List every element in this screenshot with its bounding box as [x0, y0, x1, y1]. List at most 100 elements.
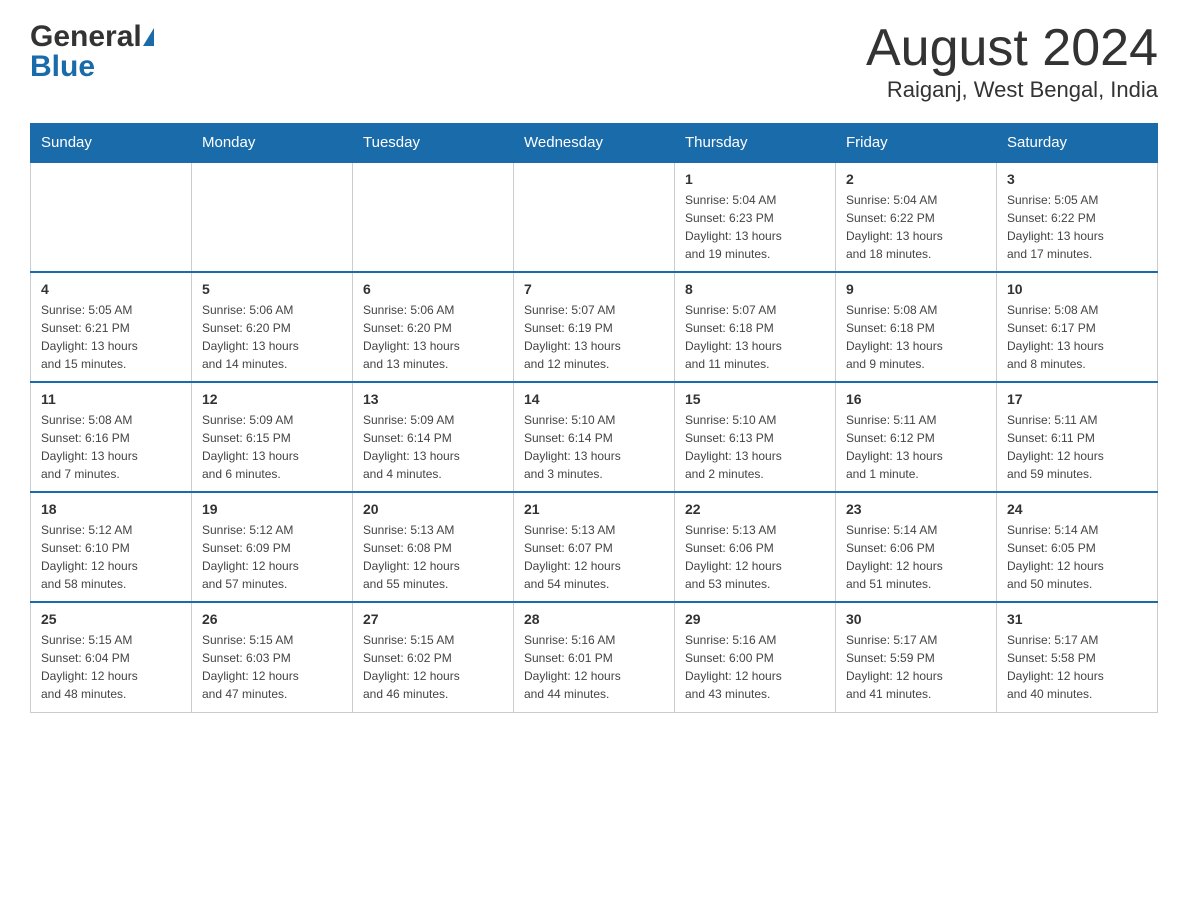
day-number: 7	[524, 281, 664, 297]
calendar-cell: 13 Sunrise: 5:09 AM Sunset: 6:14 PM Dayli…	[353, 382, 514, 492]
day-info: Sunrise: 5:05 AM Sunset: 6:21 PM Dayligh…	[41, 301, 181, 373]
day-number: 29	[685, 611, 825, 627]
day-number: 25	[41, 611, 181, 627]
day-info: Sunrise: 5:15 AM Sunset: 6:02 PM Dayligh…	[363, 631, 503, 703]
day-number: 19	[202, 501, 342, 517]
calendar-cell: 11 Sunrise: 5:08 AM Sunset: 6:16 PM Dayli…	[31, 382, 192, 492]
calendar-cell: 10 Sunrise: 5:08 AM Sunset: 6:17 PM Dayli…	[997, 272, 1158, 382]
day-number: 31	[1007, 611, 1147, 627]
day-number: 21	[524, 501, 664, 517]
calendar-cell	[514, 162, 675, 272]
calendar-header-thursday: Thursday	[675, 124, 836, 163]
day-number: 2	[846, 171, 986, 187]
logo-blue-text: Blue	[30, 50, 154, 84]
day-number: 4	[41, 281, 181, 297]
day-number: 13	[363, 391, 503, 407]
day-number: 30	[846, 611, 986, 627]
calendar-cell: 5 Sunrise: 5:06 AM Sunset: 6:20 PM Daylig…	[192, 272, 353, 382]
day-number: 24	[1007, 501, 1147, 517]
day-info: Sunrise: 5:08 AM Sunset: 6:17 PM Dayligh…	[1007, 301, 1147, 373]
calendar-cell: 30 Sunrise: 5:17 AM Sunset: 5:59 PM Dayli…	[836, 602, 997, 712]
day-info: Sunrise: 5:17 AM Sunset: 5:58 PM Dayligh…	[1007, 631, 1147, 703]
day-info: Sunrise: 5:09 AM Sunset: 6:14 PM Dayligh…	[363, 411, 503, 483]
day-number: 23	[846, 501, 986, 517]
day-number: 1	[685, 171, 825, 187]
calendar-cell: 28 Sunrise: 5:16 AM Sunset: 6:01 PM Dayli…	[514, 602, 675, 712]
calendar-cell: 20 Sunrise: 5:13 AM Sunset: 6:08 PM Dayli…	[353, 492, 514, 602]
day-number: 10	[1007, 281, 1147, 297]
day-info: Sunrise: 5:15 AM Sunset: 6:04 PM Dayligh…	[41, 631, 181, 703]
calendar-header-wednesday: Wednesday	[514, 124, 675, 163]
calendar-cell: 6 Sunrise: 5:06 AM Sunset: 6:20 PM Daylig…	[353, 272, 514, 382]
calendar-cell	[192, 162, 353, 272]
day-number: 15	[685, 391, 825, 407]
day-number: 26	[202, 611, 342, 627]
calendar-cell: 1 Sunrise: 5:04 AM Sunset: 6:23 PM Daylig…	[675, 162, 836, 272]
calendar-cell: 31 Sunrise: 5:17 AM Sunset: 5:58 PM Dayli…	[997, 602, 1158, 712]
calendar-cell	[353, 162, 514, 272]
day-number: 5	[202, 281, 342, 297]
day-number: 28	[524, 611, 664, 627]
calendar-cell: 17Sunrise: 5:11 AM Sunset: 6:11 PM Dayli…	[997, 382, 1158, 492]
day-info: Sunrise: 5:11 AM Sunset: 6:12 PM Dayligh…	[846, 411, 986, 483]
calendar-cell: 25 Sunrise: 5:15 AM Sunset: 6:04 PM Dayli…	[31, 602, 192, 712]
day-number: 20	[363, 501, 503, 517]
day-number: 9	[846, 281, 986, 297]
calendar-week-row: 25 Sunrise: 5:15 AM Sunset: 6:04 PM Dayli…	[31, 602, 1158, 712]
logo-general-text: General	[30, 20, 142, 54]
day-info: Sunrise: 5:13 AM Sunset: 6:08 PM Dayligh…	[363, 521, 503, 593]
logo-triangle-icon	[143, 28, 154, 46]
month-title: August 2024	[866, 20, 1158, 77]
day-info: Sunrise: 5:04 AM Sunset: 6:22 PM Dayligh…	[846, 191, 986, 263]
calendar-cell: 12 Sunrise: 5:09 AM Sunset: 6:15 PM Dayli…	[192, 382, 353, 492]
calendar-cell: 2 Sunrise: 5:04 AM Sunset: 6:22 PM Daylig…	[836, 162, 997, 272]
day-number: 6	[363, 281, 503, 297]
day-info: Sunrise: 5:13 AM Sunset: 6:06 PM Dayligh…	[685, 521, 825, 593]
day-info: Sunrise: 5:17 AM Sunset: 5:59 PM Dayligh…	[846, 631, 986, 703]
day-info: Sunrise: 5:14 AM Sunset: 6:06 PM Dayligh…	[846, 521, 986, 593]
day-number: 8	[685, 281, 825, 297]
calendar-cell: 7 Sunrise: 5:07 AM Sunset: 6:19 PM Daylig…	[514, 272, 675, 382]
calendar-header-sunday: Sunday	[31, 124, 192, 163]
calendar-week-row: 18 Sunrise: 5:12 AM Sunset: 6:10 PM Dayli…	[31, 492, 1158, 602]
calendar-cell: 24 Sunrise: 5:14 AM Sunset: 6:05 PM Dayli…	[997, 492, 1158, 602]
calendar-header-tuesday: Tuesday	[353, 124, 514, 163]
day-info: Sunrise: 5:10 AM Sunset: 6:14 PM Dayligh…	[524, 411, 664, 483]
calendar-cell: 26 Sunrise: 5:15 AM Sunset: 6:03 PM Dayli…	[192, 602, 353, 712]
day-number: 11	[41, 391, 181, 407]
day-info: Sunrise: 5:09 AM Sunset: 6:15 PM Dayligh…	[202, 411, 342, 483]
day-info: Sunrise: 5:12 AM Sunset: 6:09 PM Dayligh…	[202, 521, 342, 593]
calendar-week-row: 4 Sunrise: 5:05 AM Sunset: 6:21 PM Daylig…	[31, 272, 1158, 382]
day-info: Sunrise: 5:16 AM Sunset: 6:01 PM Dayligh…	[524, 631, 664, 703]
day-info: Sunrise: 5:11 AM Sunset: 6:11 PM Dayligh…	[1007, 411, 1147, 483]
day-info: Sunrise: 5:06 AM Sunset: 6:20 PM Dayligh…	[363, 301, 503, 373]
calendar-cell: 19 Sunrise: 5:12 AM Sunset: 6:09 PM Dayli…	[192, 492, 353, 602]
calendar-cell: 16 Sunrise: 5:11 AM Sunset: 6:12 PM Dayli…	[836, 382, 997, 492]
day-info: Sunrise: 5:10 AM Sunset: 6:13 PM Dayligh…	[685, 411, 825, 483]
calendar-cell	[31, 162, 192, 272]
day-info: Sunrise: 5:07 AM Sunset: 6:19 PM Dayligh…	[524, 301, 664, 373]
day-info: Sunrise: 5:04 AM Sunset: 6:23 PM Dayligh…	[685, 191, 825, 263]
day-number: 16	[846, 391, 986, 407]
day-number: 27	[363, 611, 503, 627]
calendar-table: SundayMondayTuesdayWednesdayThursdayFrid…	[30, 123, 1158, 713]
calendar-cell: 3Sunrise: 5:05 AM Sunset: 6:22 PM Daylig…	[997, 162, 1158, 272]
calendar-cell: 9Sunrise: 5:08 AM Sunset: 6:18 PM Daylig…	[836, 272, 997, 382]
calendar-cell: 23 Sunrise: 5:14 AM Sunset: 6:06 PM Dayli…	[836, 492, 997, 602]
calendar-cell: 18 Sunrise: 5:12 AM Sunset: 6:10 PM Dayli…	[31, 492, 192, 602]
day-number: 18	[41, 501, 181, 517]
calendar-header-monday: Monday	[192, 124, 353, 163]
day-info: Sunrise: 5:06 AM Sunset: 6:20 PM Dayligh…	[202, 301, 342, 373]
calendar-week-row: 11 Sunrise: 5:08 AM Sunset: 6:16 PM Dayli…	[31, 382, 1158, 492]
day-info: Sunrise: 5:13 AM Sunset: 6:07 PM Dayligh…	[524, 521, 664, 593]
calendar-cell: 14 Sunrise: 5:10 AM Sunset: 6:14 PM Dayli…	[514, 382, 675, 492]
day-info: Sunrise: 5:12 AM Sunset: 6:10 PM Dayligh…	[41, 521, 181, 593]
day-info: Sunrise: 5:08 AM Sunset: 6:16 PM Dayligh…	[41, 411, 181, 483]
day-number: 12	[202, 391, 342, 407]
day-info: Sunrise: 5:15 AM Sunset: 6:03 PM Dayligh…	[202, 631, 342, 703]
day-info: Sunrise: 5:14 AM Sunset: 6:05 PM Dayligh…	[1007, 521, 1147, 593]
calendar-header-saturday: Saturday	[997, 124, 1158, 163]
calendar-header-friday: Friday	[836, 124, 997, 163]
day-number: 14	[524, 391, 664, 407]
calendar-cell: 29Sunrise: 5:16 AM Sunset: 6:00 PM Dayli…	[675, 602, 836, 712]
